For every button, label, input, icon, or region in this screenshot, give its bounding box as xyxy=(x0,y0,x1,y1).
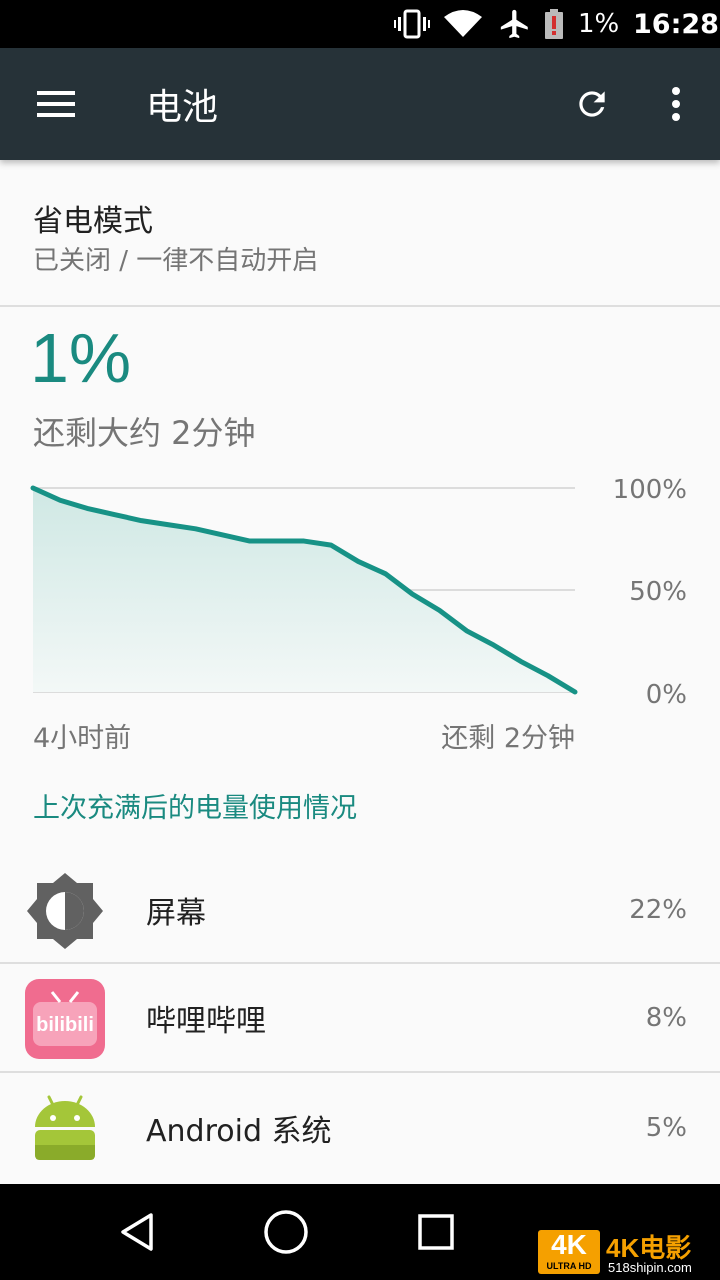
x-tick-label-start: 4小时前 xyxy=(33,723,132,754)
recents-icon[interactable] xyxy=(381,1184,491,1280)
app-name: Android 系统 xyxy=(146,1114,332,1149)
clock: 16:28 xyxy=(633,8,719,40)
bilibili-logo-text: bilibili xyxy=(36,1014,94,1036)
usage-section-header: 上次充满后的电量使用情况 xyxy=(33,793,357,824)
bilibili-app-icon: bilibili xyxy=(24,978,106,1060)
back-icon[interactable] xyxy=(82,1184,192,1280)
battery-percent: 1% xyxy=(578,9,620,39)
vibrate-icon xyxy=(394,0,430,48)
battery-time-remaining: 还剩大约 2分钟 xyxy=(33,414,256,452)
divider xyxy=(0,1071,720,1073)
app-percent: 5% xyxy=(645,1113,687,1143)
status-bar: 1% 16:28 xyxy=(0,0,720,48)
app-name: 屏幕 xyxy=(146,896,206,931)
airplane-mode-icon xyxy=(498,0,534,48)
app-name: 哔哩哔哩 xyxy=(146,1004,266,1039)
page-title: 电池 xyxy=(146,87,219,128)
more-vert-icon[interactable] xyxy=(646,48,706,160)
watermark-site: 518shipin.com xyxy=(608,1260,692,1275)
app-usage-row-android-system[interactable]: Android 系统 5% xyxy=(0,1074,720,1182)
y-tick-label-100: 100% xyxy=(612,475,687,505)
divider xyxy=(0,305,720,307)
refresh-icon[interactable] xyxy=(556,48,628,160)
battery-saver-summary: 已关闭 / 一律不自动开启 xyxy=(33,246,319,276)
home-icon[interactable] xyxy=(231,1184,341,1280)
watermark-badge: 4K ULTRA HD xyxy=(538,1230,600,1274)
x-tick-label-end: 还剩 2分钟 xyxy=(441,723,575,754)
brightness-icon xyxy=(24,870,106,952)
app-percent: 22% xyxy=(629,895,687,925)
watermark-badge-sub: ULTRA HD xyxy=(546,1261,592,1271)
battery-history-svg xyxy=(30,485,578,695)
battery-saver-item[interactable]: 省电模式 已关闭 / 一律不自动开启 xyxy=(0,160,720,306)
battery-level: 1% xyxy=(30,319,132,397)
wifi-icon xyxy=(443,0,483,48)
toolbar: 电池 xyxy=(0,48,720,160)
y-tick-label-0: 0% xyxy=(645,680,687,710)
hamburger-menu-icon[interactable] xyxy=(20,48,92,160)
battery-saver-title: 省电模式 xyxy=(33,204,153,239)
app-usage-row-bilibili[interactable]: bilibili 哔哩哔哩 8% xyxy=(0,964,720,1072)
watermark-badge-text: 4K xyxy=(551,1229,587,1260)
app-usage-row-screen[interactable]: 屏幕 22% xyxy=(0,856,720,964)
battery-alert-icon xyxy=(545,0,567,48)
android-robot-icon xyxy=(24,1088,106,1170)
y-tick-label-50: 50% xyxy=(629,577,687,607)
battery-history-chart[interactable]: 100% 50% 0% xyxy=(0,470,720,710)
watermark: 4K ULTRA HD 4K电影 518shipin.com xyxy=(536,1228,716,1278)
app-percent: 8% xyxy=(645,1003,687,1033)
